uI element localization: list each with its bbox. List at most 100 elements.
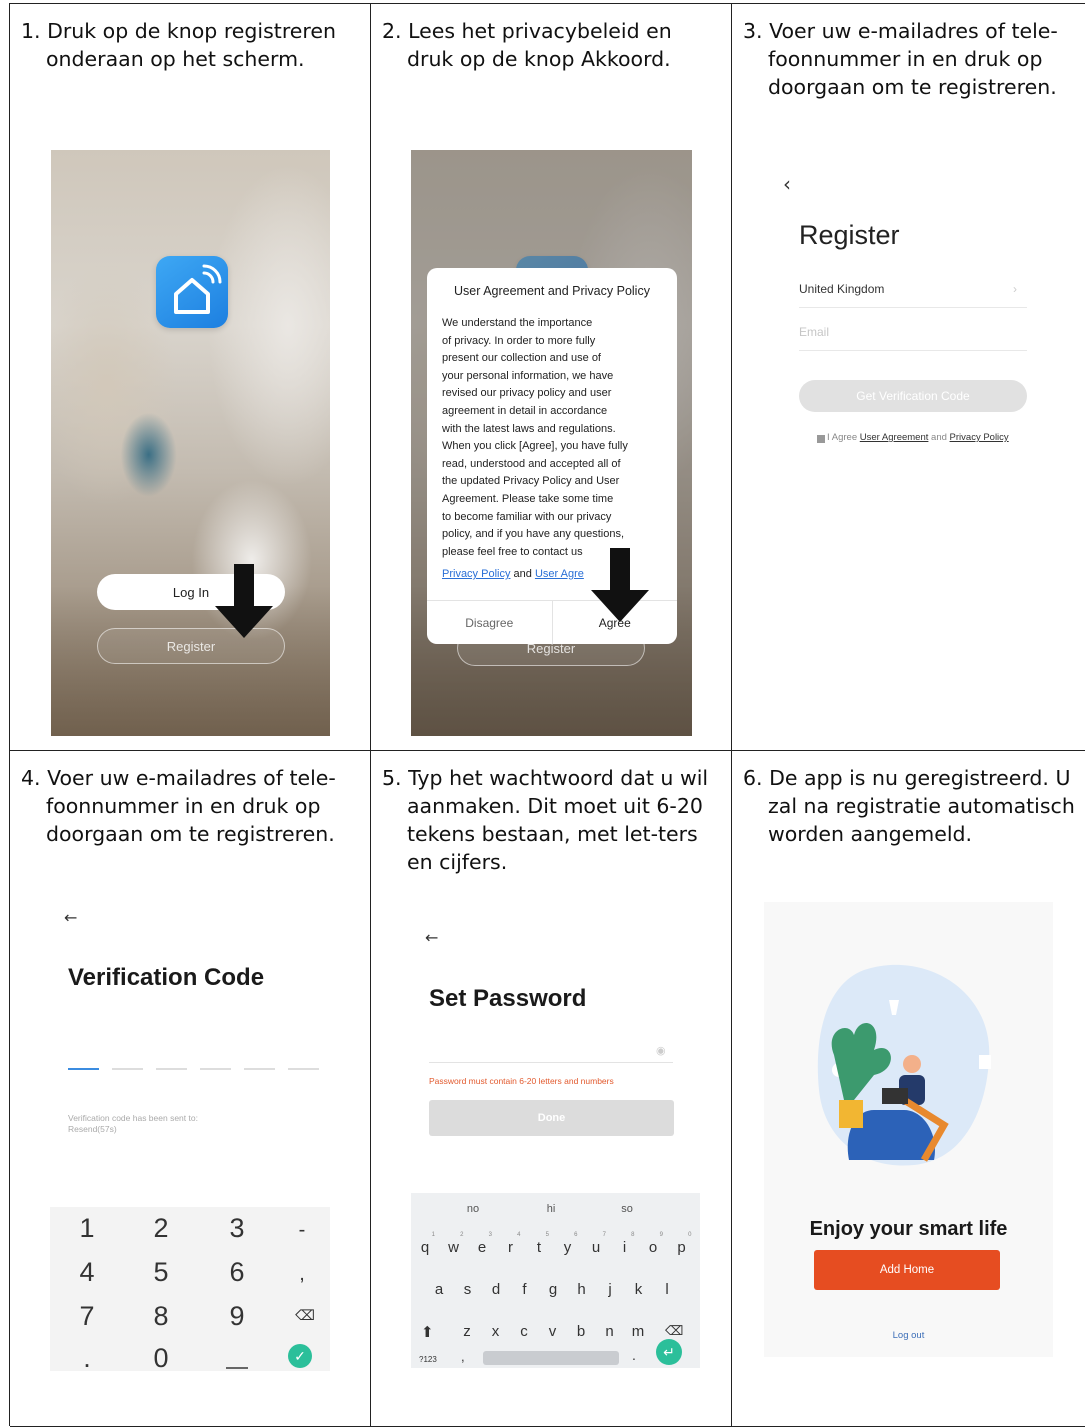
key-u[interactable]: u7	[586, 1232, 606, 1256]
key-dash[interactable]: -	[282, 1219, 322, 1242]
email-field[interactable]: Email	[799, 325, 1027, 351]
step-caption-3: 3. Voer uw e-mailadres of tele-foonnumme…	[743, 19, 1058, 99]
key-comma[interactable]: ,	[282, 1263, 322, 1286]
otp-box-5[interactable]	[244, 1068, 275, 1070]
shift-icon[interactable]: ⬆	[421, 1323, 434, 1341]
back-arrow-icon[interactable]: ←	[64, 908, 77, 927]
disagree-button[interactable]: Disagree	[427, 601, 553, 644]
otp-box-3[interactable]	[156, 1068, 187, 1070]
user-agreement-link[interactable]: User Agre	[535, 568, 584, 580]
agreement-checkbox-row: I Agree User Agreement and Privacy Polic…	[817, 432, 1037, 443]
mode-switch-key[interactable]: ?123	[419, 1355, 437, 1364]
country-selector[interactable]: United Kingdom ›	[799, 282, 1027, 308]
key-f[interactable]: f	[515, 1281, 535, 1298]
smart-life-title: Enjoy your smart life	[809, 1218, 1008, 1240]
space-bar[interactable]	[483, 1351, 619, 1365]
add-home-button[interactable]: Add Home	[814, 1250, 1000, 1290]
otp-box-6[interactable]	[288, 1068, 319, 1070]
otp-box-2[interactable]	[112, 1068, 143, 1070]
key-k[interactable]: k	[629, 1281, 649, 1298]
key-0[interactable]: 0	[141, 1343, 181, 1374]
step-caption-5: 5. Typ het wachtwoord dat u wil aanmaken…	[382, 766, 709, 874]
get-verification-code-button[interactable]: Get Verification Code	[799, 380, 1027, 412]
backspace-icon[interactable]: ⌫	[285, 1307, 325, 1324]
otp-box-4[interactable]	[200, 1068, 231, 1070]
key-hint-7: 7	[602, 1232, 606, 1238]
key-d[interactable]: d	[486, 1281, 506, 1298]
agree-mid: and	[928, 432, 950, 443]
key-m[interactable]: m	[628, 1323, 648, 1340]
key-x[interactable]: x	[486, 1323, 506, 1340]
otp-box-1[interactable]	[68, 1068, 99, 1070]
agree-prefix: I Agree	[827, 432, 860, 443]
back-chevron-icon[interactable]: ‹	[783, 172, 791, 196]
key-hint-9: 9	[659, 1232, 663, 1238]
check-icon[interactable]: ✓	[288, 1344, 312, 1368]
numeric-keypad: 1 2 3 - 4 5 6 , 7 8 9 ⌫ . 0 ✓	[50, 1207, 330, 1374]
key-7[interactable]: 7	[67, 1301, 107, 1332]
key-a[interactable]: a	[429, 1281, 449, 1298]
comma-key[interactable]: ,	[461, 1349, 465, 1364]
space-key[interactable]	[226, 1367, 248, 1369]
key-o[interactable]: o9	[643, 1232, 663, 1256]
key-6[interactable]: 6	[217, 1257, 257, 1288]
key-l[interactable]: l	[657, 1281, 677, 1298]
key-i[interactable]: i8	[615, 1232, 635, 1256]
key-9[interactable]: 9	[217, 1301, 257, 1332]
password-field[interactable]	[429, 1062, 673, 1063]
back-arrow-icon[interactable]: ←	[425, 928, 438, 947]
key-5[interactable]: 5	[141, 1257, 181, 1288]
dialog-body: We understand the importance of privacy.…	[442, 317, 628, 558]
agree-checkbox[interactable]	[817, 435, 825, 443]
key-w[interactable]: w2	[444, 1232, 463, 1256]
key-p[interactable]: p0	[672, 1232, 691, 1256]
key-y[interactable]: y6	[558, 1232, 578, 1256]
key-g[interactable]: g	[543, 1281, 563, 1298]
key-v[interactable]: v	[543, 1323, 563, 1340]
register-title: Register	[799, 220, 900, 250]
user-agreement-link[interactable]: User Agreement	[860, 432, 929, 443]
suggestion-3[interactable]: so	[597, 1203, 657, 1215]
key-2[interactable]: 2	[141, 1213, 181, 1244]
key-q[interactable]: q1	[415, 1232, 435, 1256]
screen-home: Enjoy your smart life Add Home Log out	[764, 902, 1053, 1357]
key-n[interactable]: n	[600, 1323, 620, 1340]
key-c[interactable]: c	[514, 1323, 534, 1340]
key-8[interactable]: 8	[141, 1301, 181, 1332]
key-hint-1: 1	[431, 1232, 435, 1238]
down-arrow-icon	[215, 564, 273, 638]
key-e[interactable]: e3	[472, 1232, 492, 1256]
done-button[interactable]: Done	[429, 1100, 674, 1136]
verification-sent-text: Verification code has been sent to: Rese…	[68, 1113, 198, 1134]
key-s[interactable]: s	[458, 1281, 478, 1298]
step-caption-1: 1. Druk op de knop registreren onderaan …	[21, 19, 337, 71]
dialog-title: User Agreement and Privacy Policy	[454, 284, 650, 298]
key-t[interactable]: t5	[529, 1232, 549, 1256]
qwerty-keyboard: no hi so q1w2e3r4t5y6u7i8o9p0 asdfghjkl …	[411, 1193, 700, 1368]
key-b[interactable]: b	[571, 1323, 591, 1340]
email-placeholder: Email	[799, 325, 830, 339]
suggestion-1[interactable]: no	[443, 1203, 503, 1215]
down-arrow-icon	[591, 548, 649, 622]
step-caption-4: 4. Voer uw e-mailadres of tele-foonnumme…	[21, 766, 336, 846]
key-3[interactable]: 3	[217, 1213, 257, 1244]
key-1[interactable]: 1	[67, 1213, 107, 1244]
key-h[interactable]: h	[572, 1281, 592, 1298]
key-period[interactable]: .	[67, 1343, 107, 1374]
key-hint-4: 4	[517, 1232, 521, 1238]
key-r[interactable]: r4	[501, 1232, 521, 1256]
key-4[interactable]: 4	[67, 1257, 107, 1288]
step-caption-6: 6. De app is nu geregistreerd. U zal na …	[743, 766, 1075, 846]
key-z[interactable]: z	[457, 1323, 477, 1340]
key-j[interactable]: j	[600, 1281, 620, 1298]
period-key[interactable]: .	[632, 1347, 636, 1363]
eye-icon[interactable]: ◉	[656, 1044, 666, 1057]
enter-icon[interactable]: ↵	[656, 1339, 682, 1365]
privacy-policy-link[interactable]: Privacy Policy	[442, 568, 510, 580]
backspace-icon[interactable]: ⌫	[665, 1323, 683, 1339]
suggestion-2[interactable]: hi	[521, 1203, 581, 1215]
logout-link[interactable]: Log out	[764, 1330, 1053, 1341]
privacy-policy-link[interactable]: Privacy Policy	[950, 432, 1009, 443]
set-password-title: Set Password	[429, 985, 587, 1012]
step-cell-3: 3. Voer uw e-mailadres of tele-foonnumme…	[732, 4, 1085, 751]
